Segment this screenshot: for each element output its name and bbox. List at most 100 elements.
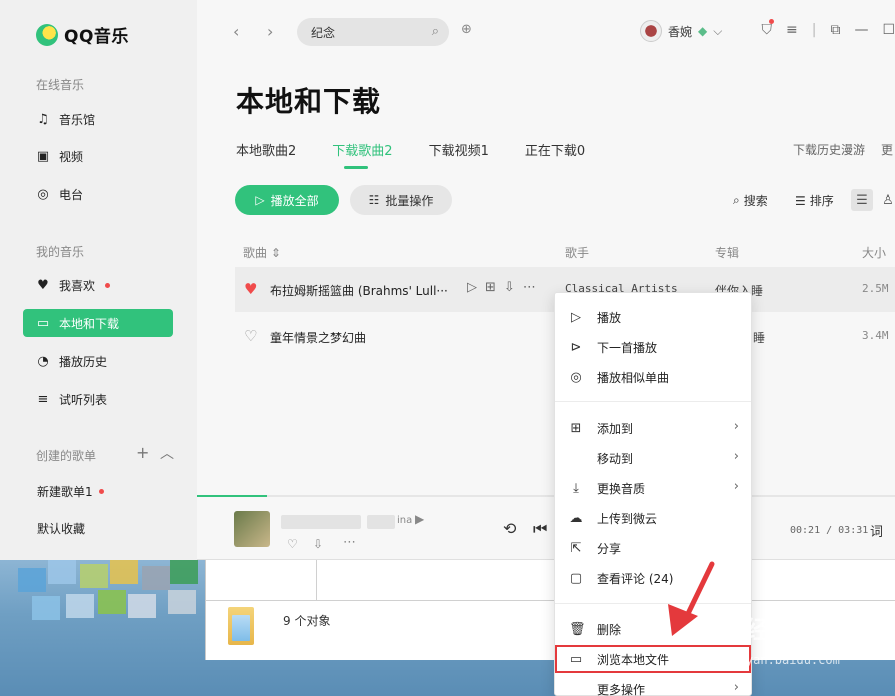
sort-toggle-icon: ⇕: [270, 246, 281, 260]
sidebar-item-music-hall[interactable]: ♫ 音乐馆: [23, 105, 173, 133]
column-header-artist: 歌手: [565, 246, 590, 260]
radio-icon: ◎: [37, 186, 49, 202]
play-icon: ▷: [255, 193, 265, 207]
download-history-roaming-link[interactable]: 下载历史漫游: [793, 141, 865, 158]
sidebar-item-favorites[interactable]: ♥ 我喜欢: [23, 271, 173, 299]
user-profile[interactable]: 香婉 ◆ ⌵: [640, 20, 722, 42]
previous-track-icon[interactable]: ⏮: [533, 519, 547, 539]
chevron-down-icon[interactable]: ⌵: [713, 24, 722, 39]
artist-view-icon[interactable]: ♙: [877, 189, 895, 211]
back-chevron-icon[interactable]: ‹: [233, 22, 239, 41]
search-icon[interactable]: ⌕: [432, 24, 439, 39]
minimize-icon[interactable]: —: [854, 22, 868, 38]
window-controls: ⛉ ≡ | ⧉ — ☐: [761, 19, 895, 38]
separator-icon: |: [811, 22, 817, 38]
add-icon[interactable]: ⊞: [485, 280, 496, 295]
play-icon[interactable]: ▷: [467, 280, 477, 295]
menu-item-add-to[interactable]: ⊞ 添加到 ›: [555, 414, 751, 442]
lyrics-button[interactable]: 词: [870, 521, 883, 540]
tab-downloading[interactable]: 正在下载0: [525, 140, 585, 159]
notification-dot: [98, 489, 104, 494]
history-icon: ◔: [37, 353, 49, 369]
maximize-icon[interactable]: ☐: [882, 22, 895, 38]
download-icon: ⤓: [573, 480, 579, 496]
section-online-music: 在线音乐: [36, 78, 85, 92]
qq-music-window: QQ音乐 在线音乐 ♫ 音乐馆 ▣ 视频 ◎ 电台 我的音乐 ♥ 我喜欢 ▭ 本…: [0, 0, 895, 560]
heart-icon: ♥: [37, 277, 49, 293]
menu-item-upload-cloud[interactable]: ☁ 上传到微云: [555, 504, 751, 532]
forward-chevron-icon[interactable]: ›: [267, 22, 273, 41]
chevron-right-icon: ›: [733, 680, 739, 695]
menu-item-move-to[interactable]: 移动到 ›: [555, 444, 751, 472]
sort-button[interactable]: ☰ 排序: [795, 192, 834, 209]
repeat-icon[interactable]: ⟲: [503, 519, 516, 538]
video-icon: ▣: [36, 148, 50, 164]
row-actions: ▷ ⊞ ⇩ ⋯: [467, 280, 536, 295]
column-header-song[interactable]: 歌曲 ⇕: [243, 244, 281, 261]
collapse-chevron-up-icon[interactable]: ︿: [160, 443, 174, 463]
album-cover[interactable]: [234, 511, 270, 547]
chevron-right-icon: ›: [733, 449, 739, 464]
more-icon[interactable]: ⋯: [523, 280, 536, 295]
play-next-icon: ⊳: [570, 339, 582, 355]
sidebar-item-local-download[interactable]: ▭ 本地和下载: [23, 309, 173, 337]
monitor-icon: ▭: [36, 315, 50, 331]
sidebar-item-history[interactable]: ◔ 播放历史: [23, 347, 173, 375]
column-header-album: 专辑: [715, 246, 740, 260]
comment-icon: ▢: [569, 570, 583, 586]
notification-dot: [105, 282, 111, 288]
menu-item-more-actions[interactable]: 更多操作 ›: [555, 675, 751, 696]
blurred-desktop-icons: [18, 560, 198, 630]
playlist-item-new-1[interactable]: 新建歌单1: [37, 483, 104, 500]
menu-item-share[interactable]: ⇱ 分享: [555, 534, 751, 562]
downloaded-icon[interactable]: ⇩: [504, 280, 515, 295]
menu-item-play-next[interactable]: ⊳ 下一首播放: [555, 333, 751, 361]
baidu-watermark-url: jingyan.baidu.com: [717, 653, 840, 667]
playlist-item-default-favorites[interactable]: 默认收藏: [37, 520, 85, 537]
plus-square-icon: ⊞: [570, 420, 582, 436]
more-icon[interactable]: ⋯: [343, 535, 356, 550]
download-circle-icon[interactable]: ⊕: [461, 22, 472, 37]
download-icon[interactable]: ⇩: [313, 537, 323, 551]
mv-icon[interactable]: ▶: [415, 512, 424, 526]
menu-item-view-comments[interactable]: ▢ 查看评论 (24): [555, 564, 751, 592]
heart-filled-icon[interactable]: ♥: [244, 280, 257, 298]
music-note-icon: ♫: [37, 111, 49, 127]
tab-downloaded-videos[interactable]: 下载视频1: [429, 140, 489, 159]
sidebar-item-radio[interactable]: ◎ 电台: [23, 180, 173, 208]
tab-bar: 本地歌曲2 下载歌曲2 下载视频1 正在下载0: [236, 140, 621, 169]
batch-operation-button[interactable]: ☷ 批量操作: [350, 185, 452, 215]
like-icon[interactable]: ♡: [287, 537, 298, 551]
tab-local-songs[interactable]: 本地歌曲2: [236, 140, 296, 159]
app-logo[interactable]: QQ音乐: [36, 22, 129, 47]
menu-icon[interactable]: ≡: [786, 22, 798, 38]
folder-icon: ▭: [569, 651, 583, 667]
cloud-icon: ☁: [569, 510, 583, 526]
play-icon: ▷: [571, 309, 581, 325]
section-my-music: 我的音乐: [36, 245, 85, 259]
menu-item-change-quality[interactable]: ⤓ 更换音质 ›: [555, 474, 751, 502]
skin-shirt-icon[interactable]: ⛉: [761, 19, 774, 38]
object-count: 9 个对象: [283, 614, 331, 628]
search-icon: ⌕: [733, 193, 740, 207]
list-view-icon[interactable]: ☰: [851, 189, 873, 211]
radio-similar-icon: ◎: [570, 369, 582, 385]
playback-progress[interactable]: [197, 495, 267, 497]
playlist-icon: ≡: [37, 391, 49, 407]
sidebar-item-video[interactable]: ▣ 视频: [23, 142, 173, 170]
menu-item-play[interactable]: ▷ 播放: [555, 303, 751, 331]
column-header-size: 大小: [862, 246, 887, 260]
menu-item-play-similar[interactable]: ◎ 播放相似单曲: [555, 363, 751, 391]
section-created-playlists: 创建的歌单: [36, 449, 97, 463]
checklist-icon: ☷: [368, 193, 380, 207]
play-all-button[interactable]: ▷ 播放全部: [235, 185, 339, 215]
search-songs-button[interactable]: ⌕ 搜索: [733, 192, 768, 209]
tab-downloaded-songs[interactable]: 下载歌曲2: [332, 140, 393, 169]
blurred-song-name: [281, 515, 361, 529]
heart-outline-icon[interactable]: ♡: [244, 327, 257, 345]
mini-mode-icon[interactable]: ⧉: [830, 22, 840, 38]
search-input[interactable]: 纪念 ⌕: [297, 18, 449, 46]
add-playlist-icon[interactable]: +: [136, 443, 149, 462]
more-link[interactable]: 更: [881, 141, 893, 158]
sidebar-item-trial-list[interactable]: ≡ 试听列表: [23, 385, 173, 413]
